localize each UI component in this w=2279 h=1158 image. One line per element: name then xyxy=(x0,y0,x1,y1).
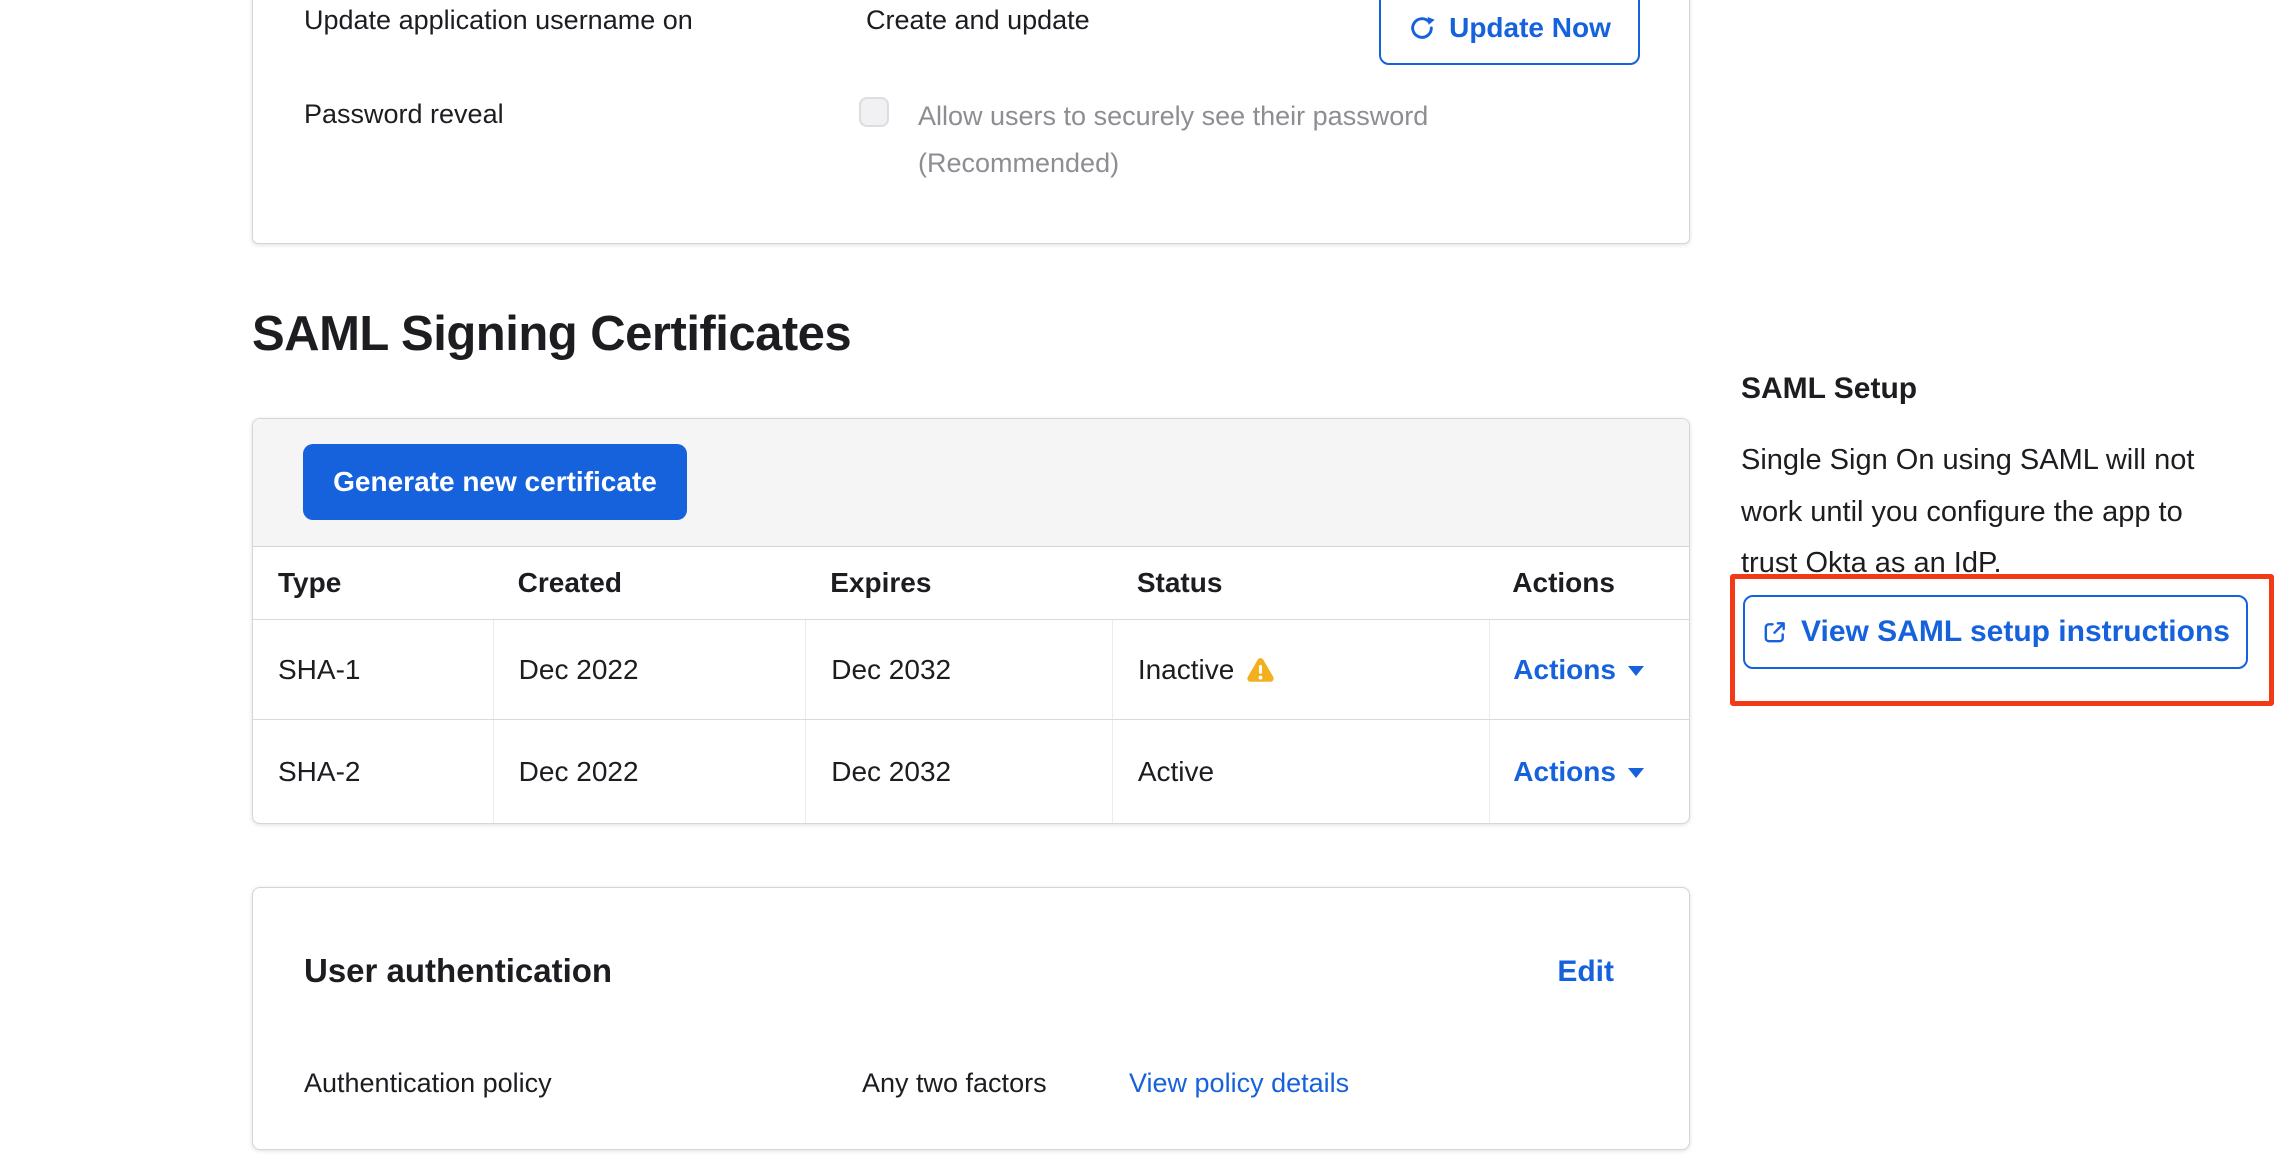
column-header-status: Status xyxy=(1112,547,1489,619)
caret-down-icon xyxy=(1628,768,1644,778)
certificates-panel: Generate new certificate Type Created Ex… xyxy=(252,418,1690,824)
cert-type: SHA-2 xyxy=(278,756,360,788)
password-reveal-description: Allow users to securely see their passwo… xyxy=(918,101,1428,132)
password-reveal-checkbox[interactable] xyxy=(859,97,889,127)
warning-icon xyxy=(1245,655,1276,684)
cert-created: Dec 2022 xyxy=(519,654,639,686)
app-settings-panel: Update application username on Create an… xyxy=(252,0,1690,244)
authentication-policy-value: Any two factors xyxy=(862,1068,1047,1099)
caret-down-icon xyxy=(1628,666,1644,676)
username-update-label: Update application username on xyxy=(304,4,693,36)
view-saml-setup-instructions-button[interactable]: View SAML setup instructions xyxy=(1743,595,2248,669)
cert-status: Inactive xyxy=(1138,654,1235,686)
authentication-policy-label: Authentication policy xyxy=(304,1068,552,1099)
actions-dropdown-sha2[interactable]: Actions xyxy=(1513,756,1644,788)
user-authentication-heading: User authentication xyxy=(304,952,612,990)
column-header-expires: Expires xyxy=(805,547,1112,619)
saml-setup-description: Single Sign On using SAML will not xyxy=(1741,443,2195,477)
password-reveal-recommended: (Recommended) xyxy=(918,148,1119,179)
cert-status: Active xyxy=(1138,756,1214,788)
view-policy-details-link[interactable]: View policy details xyxy=(1129,1068,1349,1099)
cert-expires: Dec 2032 xyxy=(831,654,951,686)
generate-certificate-button[interactable]: Generate new certificate xyxy=(303,444,687,520)
actions-dropdown-sha1[interactable]: Actions xyxy=(1513,654,1644,686)
update-now-label: Update Now xyxy=(1449,12,1611,44)
external-link-icon xyxy=(1761,619,1788,646)
column-header-type: Type xyxy=(253,547,493,619)
saml-setup-description: work until you configure the app to xyxy=(1741,495,2183,529)
view-saml-setup-label: View SAML setup instructions xyxy=(1801,615,2230,649)
certificates-toolbar: Generate new certificate xyxy=(253,419,1689,547)
update-now-button[interactable]: Update Now xyxy=(1379,0,1640,65)
table-row-sha2: SHA-2 Dec 2022 Dec 2032 Active Actions xyxy=(253,719,1689,823)
certificates-table-header: Type Created Expires Status Actions xyxy=(253,547,1689,619)
saml-setup-description: trust Okta as an IdP. xyxy=(1741,546,2002,580)
password-reveal-label: Password reveal xyxy=(304,98,504,130)
edit-link[interactable]: Edit xyxy=(1557,955,1614,989)
cert-created: Dec 2022 xyxy=(519,756,639,788)
cert-expires: Dec 2032 xyxy=(831,756,951,788)
saml-setup-heading: SAML Setup xyxy=(1741,372,1917,406)
table-row-sha1: SHA-1 Dec 2022 Dec 2032 Inactive Actions xyxy=(253,619,1689,719)
refresh-icon xyxy=(1408,14,1436,42)
saml-signing-certificates-heading: SAML Signing Certificates xyxy=(252,306,851,362)
username-update-value: Create and update xyxy=(866,4,1090,36)
user-authentication-panel: User authentication Edit Authentication … xyxy=(252,887,1690,1150)
cert-type: SHA-1 xyxy=(278,654,360,686)
column-header-created: Created xyxy=(493,547,806,619)
column-header-actions: Actions xyxy=(1489,547,1689,619)
